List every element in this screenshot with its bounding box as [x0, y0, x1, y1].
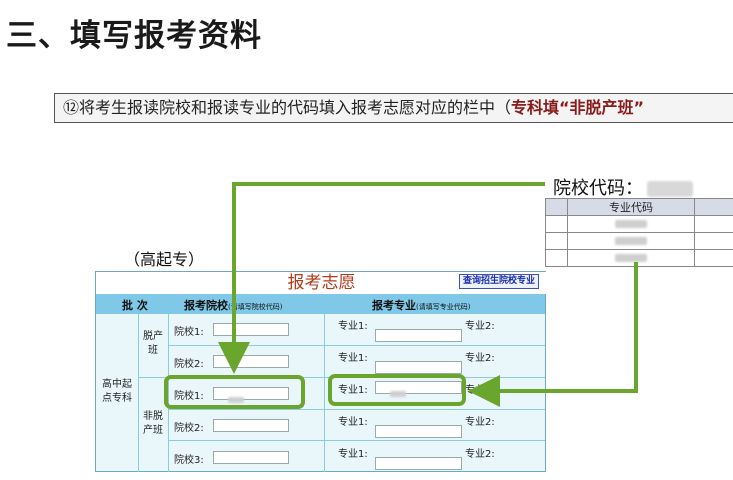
school-label: 院校1:: [174, 391, 204, 402]
school-label: 院校2:: [174, 423, 204, 434]
full-time-group-label: 脱产班: [143, 331, 163, 356]
major1-label: 专业1:: [338, 449, 368, 460]
major-1-input[interactable]: [375, 329, 462, 342]
col-school-header: 报考院校(请填写院校代码): [184, 299, 283, 312]
subtitle: （高起专）: [124, 250, 205, 269]
table-row: [545, 215, 733, 233]
instruction-highlight: 专科填“非脱产班”: [511, 98, 645, 117]
school-2-input[interactable]: [213, 419, 289, 432]
level-label: 高中起点专科: [102, 379, 132, 404]
query-schools-button[interactable]: 查询招生院校专业: [458, 274, 539, 289]
table-row: [545, 249, 733, 267]
school-1-input[interactable]: [213, 323, 289, 336]
col-school-hint: (请填写院校代码): [228, 303, 283, 311]
code-table: 专业代码: [545, 198, 733, 267]
blurred-code: [615, 219, 647, 228]
school-label: 院校1:: [174, 327, 204, 338]
major-1-input[interactable]: [375, 381, 462, 397]
major1-label: 专业1:: [338, 385, 368, 396]
school-label: 院校2:: [174, 359, 204, 370]
col-batch-header: 批 次: [122, 299, 148, 312]
major1-label: 专业1:: [338, 321, 368, 332]
major1-label: 专业1:: [338, 417, 368, 428]
table-row: [545, 232, 733, 250]
school-2-input[interactable]: [213, 355, 289, 368]
instruction-box: ⑫将考生报读院校和报读专业的代码填入报考志愿对应的栏中（专科填“非脱产班”: [54, 93, 733, 123]
major-code-header: 专业代码: [567, 198, 695, 216]
blurred-code: [615, 236, 647, 245]
page-heading: 三、填写报考资料: [6, 18, 262, 54]
col-major-header: 报考专业(请填写专业代码): [372, 299, 471, 312]
code-reference-panel: 院校代码： 专业代码: [545, 170, 733, 267]
application-form: 报考志愿 查询招生院校专业 批 次 报考院校(请填写院校代码) 报考专业(请填写…: [95, 271, 547, 472]
school-3-input[interactable]: [213, 451, 289, 464]
form-title: 报考志愿 查询招生院校专业: [96, 272, 547, 294]
col-major-hint: (请填写专业代码): [416, 303, 471, 311]
major-1-input[interactable]: [375, 457, 462, 470]
school-label: 院校3:: [174, 455, 204, 466]
major-1-input[interactable]: [375, 361, 462, 374]
major1-label: 专业1:: [338, 353, 368, 364]
major2-label: 专业2:: [465, 321, 495, 332]
form-header-row: 批 次 报考院校(请填写院校代码) 报考专业(请填写专业代码): [96, 294, 545, 314]
major2-label: 专业2:: [465, 417, 495, 428]
blurred-code: [615, 253, 647, 262]
code-panel-title: 院校代码：: [553, 174, 693, 200]
major2-label: 专业2:: [465, 449, 495, 460]
blurred-school-code: [647, 181, 693, 197]
instruction-text: ⑫将考生报读院校和报读专业的代码填入报考志愿对应的栏中（: [63, 98, 512, 117]
blurred-value: [390, 391, 406, 397]
major-1-input[interactable]: [375, 425, 462, 438]
part-time-group-label: 非脱产班: [143, 411, 163, 436]
blurred-value: [228, 397, 244, 403]
major2-label: 专业2:: [465, 353, 495, 364]
school-1-input[interactable]: [213, 387, 289, 403]
major2-label: 专业2:: [465, 385, 495, 396]
